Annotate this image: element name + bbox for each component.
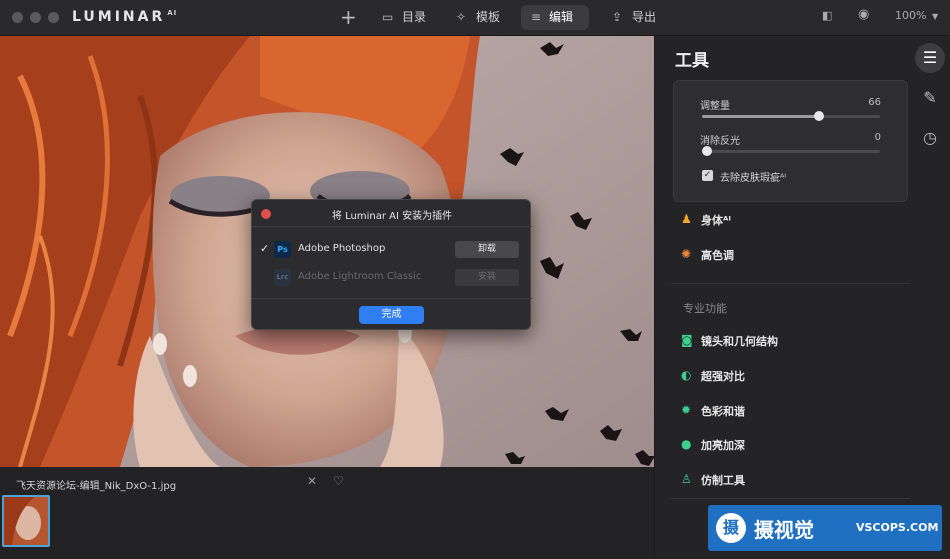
- tool-super-contrast[interactable]: ◐ 超强对比: [681, 368, 745, 384]
- thumbnail-image: [4, 497, 48, 545]
- tools-sliders-icon[interactable]: ☰: [915, 43, 945, 73]
- installed-check-icon: ✓: [260, 242, 270, 255]
- window-minimize-button[interactable]: [30, 12, 41, 23]
- shine-slider-label: 消除反光: [700, 136, 740, 147]
- history-clock-icon[interactable]: ◷: [915, 123, 945, 153]
- top-bar: LUMINAR AI + ▭ 目录 ✧ 模板 ≡ 编辑 ⇪ 导出 ◧ ◉ 100%…: [0, 0, 950, 36]
- heart-icon[interactable]: ♡: [333, 474, 344, 488]
- pro-section-label: 专业功能: [683, 302, 727, 315]
- remove-blemish-label: 去除皮肤瑕疵ᴬᴵ: [720, 173, 787, 184]
- photoshop-label: Adobe Photoshop: [298, 243, 386, 254]
- amount-slider-label: 调整量: [700, 101, 730, 112]
- tool-contrast-label: 超强对比: [701, 370, 745, 383]
- amount-slider-knob[interactable]: [814, 111, 825, 121]
- zoom-level[interactable]: 100%: [895, 9, 926, 22]
- amount-slider[interactable]: [702, 111, 880, 121]
- filmstrip-bar: 飞天资源论坛-编辑_Nik_DxO-1.jpg ✕ ♡: [0, 467, 654, 559]
- tool-high-key-label: 高色调: [701, 249, 734, 262]
- amount-slider-value: 66: [868, 97, 881, 108]
- remove-blemish-checkbox[interactable]: ✓: [702, 170, 713, 181]
- photoshop-icon: Ps: [274, 241, 291, 258]
- tool-lens-label: 镜头和几何结构: [701, 335, 778, 348]
- drop-icon: ●: [681, 437, 692, 451]
- app-suffix: AI: [167, 9, 178, 18]
- chevron-down-icon[interactable]: ▼: [932, 12, 938, 21]
- sliders-icon: ≡: [531, 10, 542, 24]
- shine-slider-value: 0: [874, 132, 881, 143]
- tool-dodge-burn[interactable]: ● 加亮加深: [681, 437, 745, 453]
- nav-export-button[interactable]: ⇪ 导出: [610, 5, 656, 30]
- watermark-en: VSCOPS.COM: [856, 521, 939, 534]
- tool-harmony-label: 色彩和谐: [701, 405, 745, 418]
- share-icon: ⇪: [612, 10, 623, 24]
- tool-clone-label: 仿制工具: [701, 474, 745, 487]
- shine-slider-knob[interactable]: [702, 146, 712, 156]
- tool-dodge-label: 加亮加深: [701, 439, 745, 452]
- lightroom-icon: Lrc: [274, 269, 291, 286]
- watermark-logo: 摄: [716, 513, 746, 543]
- skin-ai-card: 调整量 66 消除反光 0 ✓ 去除皮肤瑕疵ᴬᴵ: [673, 80, 908, 202]
- eye-icon[interactable]: ◉: [858, 7, 869, 22]
- tool-high-key[interactable]: ✺ 高色调: [681, 247, 734, 263]
- lightroom-label: Adobe Lightroom Classic: [298, 271, 422, 282]
- nav-templates-button[interactable]: ✧ 模板: [454, 5, 500, 30]
- magic-wand-icon: ✧: [456, 10, 467, 24]
- plugin-row-photoshop: ✓ Ps Adobe Photoshop 卸载: [252, 239, 532, 261]
- window-close-button[interactable]: [12, 12, 23, 23]
- watermark-banner: 摄 摄视觉 VSCOPS.COM: [708, 505, 942, 551]
- watermark-cn: 摄视觉: [754, 518, 814, 542]
- folder-icon: ▭: [382, 10, 394, 24]
- panel-title: 工具: [675, 51, 709, 71]
- panel-switcher: ☰ ✎ ◷: [910, 36, 950, 559]
- person-icon: ♟: [681, 212, 692, 226]
- stamp-icon: ♙: [681, 472, 692, 486]
- shine-slider[interactable]: [702, 146, 880, 156]
- app-logo: LUMINAR AI: [72, 9, 177, 25]
- tool-color-harmony[interactable]: ✹ 色彩和谐: [681, 403, 745, 419]
- image-thumbnail[interactable]: [2, 495, 50, 547]
- plugin-install-dialog: 将 Luminar AI 安装为插件 ✓ Ps Adobe Photoshop …: [251, 199, 532, 330]
- tool-body-label: 身体ᴬᴵ: [701, 214, 731, 227]
- bottom-divider: [671, 498, 911, 499]
- nav-export-label: 导出: [632, 10, 657, 24]
- dialog-title: 将 Luminar AI 安装为插件: [331, 211, 453, 222]
- nav-templates-label: 模板: [476, 10, 501, 24]
- nav-edit-label: 编辑: [549, 10, 574, 24]
- nav-edit-button[interactable]: ≡ 编辑: [521, 5, 590, 30]
- install-lightroom-button[interactable]: 安装: [455, 269, 519, 286]
- sun-icon: ✺: [681, 247, 692, 261]
- tool-clone[interactable]: ♙ 仿制工具: [681, 472, 745, 488]
- add-icon[interactable]: +: [340, 5, 357, 29]
- contrast-icon: ◐: [681, 368, 692, 382]
- compare-icon[interactable]: ◧: [822, 9, 832, 22]
- amount-slider-fill: [702, 115, 820, 118]
- tool-body-ai[interactable]: ♟ 身体ᴬᴵ: [681, 212, 731, 228]
- filename-label: 飞天资源论坛-编辑_Nik_DxO-1.jpg: [16, 481, 177, 492]
- nav-catalog-button[interactable]: ▭ 目录: [380, 5, 426, 30]
- tools-panel: 工具 调整量 66 消除反光 0 ✓ 去除皮肤瑕疵ᴬᴵ ♟ 身体ᴬᴵ ✺ 高色调: [654, 36, 911, 559]
- camera-icon: ◙: [681, 333, 693, 347]
- brush-icon[interactable]: ✎: [915, 83, 945, 113]
- dialog-divider-top: [252, 226, 532, 227]
- section-divider: [671, 283, 911, 284]
- gear-icon: ✹: [681, 403, 692, 417]
- app-name: LUMINAR: [72, 9, 166, 25]
- dialog-divider-bottom: [252, 298, 532, 299]
- uninstall-photoshop-button[interactable]: 卸载: [455, 241, 519, 258]
- tool-lens-geometry[interactable]: ◙ 镜头和几何结构: [681, 333, 778, 349]
- window-zoom-button[interactable]: [48, 12, 59, 23]
- reject-icon[interactable]: ✕: [307, 474, 317, 488]
- done-button[interactable]: 完成: [359, 306, 424, 324]
- luminar-app: LUMINAR AI + ▭ 目录 ✧ 模板 ≡ 编辑 ⇪ 导出 ◧ ◉ 100%…: [0, 0, 950, 559]
- plugin-row-lightroom: Lrc Adobe Lightroom Classic 安装: [252, 267, 532, 289]
- nav-catalog-label: 目录: [402, 10, 427, 24]
